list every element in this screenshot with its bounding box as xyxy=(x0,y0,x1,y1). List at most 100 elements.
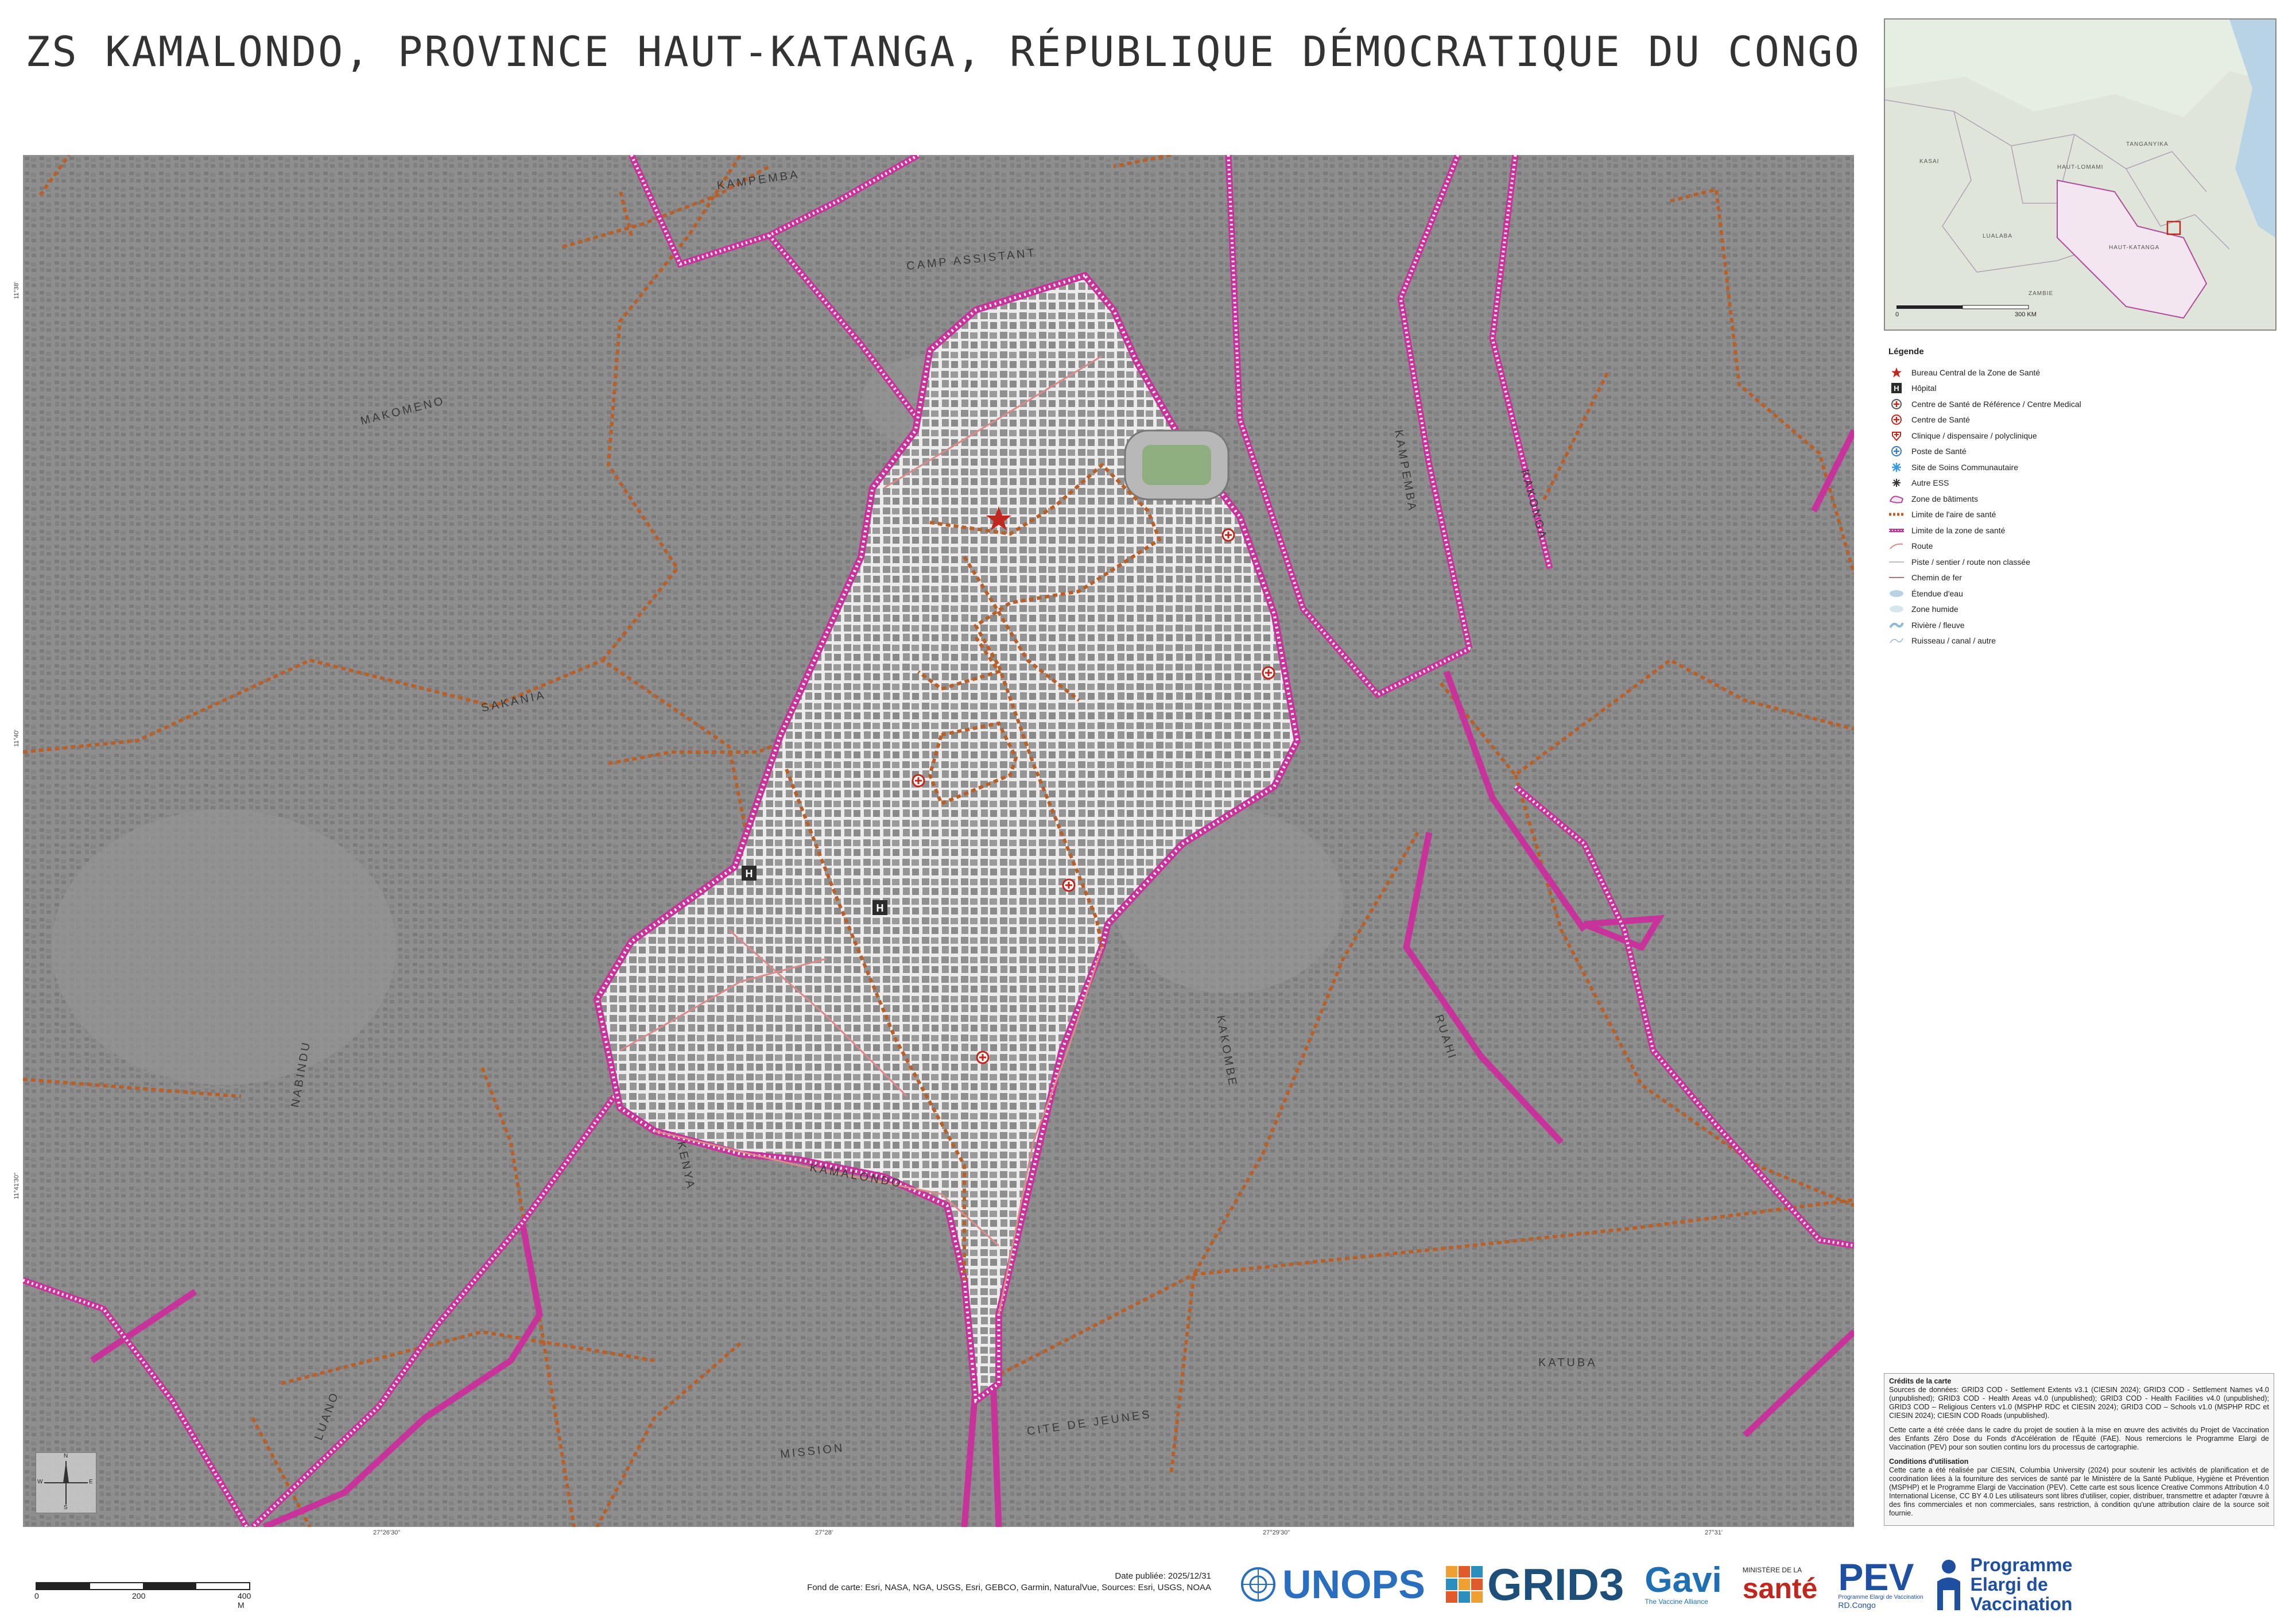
wetland-icon xyxy=(1888,603,1905,615)
svg-text:H: H xyxy=(876,902,884,914)
map-title: ZS KAMALONDO, PROVINCE HAUT-KATANGA, RÉP… xyxy=(25,28,1861,76)
ministry-logo: MINISTÈRE DE LA santé xyxy=(1743,1566,1818,1603)
inset-label: HAUT-KATANGA xyxy=(2109,245,2159,251)
programme-logo: Programme Elargi de Vaccination xyxy=(1932,1555,2073,1614)
legend-item: Bureau Central de la Zone de Santé xyxy=(1888,365,2256,381)
water-body-icon xyxy=(1888,587,1905,600)
health-center-marker[interactable] xyxy=(912,774,925,788)
programme-line: Elargi de xyxy=(1970,1574,2048,1595)
main-map[interactable]: H H KAMPEMBA CAMP ASSISTANT MAKOMENO SAK… xyxy=(23,155,1854,1527)
legend-label: Zone humide xyxy=(1911,604,1958,614)
legend-label: Hôpital xyxy=(1911,383,1937,393)
health-center-marker[interactable] xyxy=(976,1051,990,1064)
svg-text:H: H xyxy=(1894,384,1899,393)
ministry-text: santé xyxy=(1742,1572,1818,1604)
building-zone-icon xyxy=(1888,493,1905,505)
coord-label: 27°31' xyxy=(1705,1529,1723,1536)
coord-label: 11°38' xyxy=(13,281,21,300)
health-zone-boundary-icon xyxy=(1888,524,1905,537)
map-canvas: H H KAMPEMBA CAMP ASSISTANT MAKOMENO SAK… xyxy=(23,155,1854,1527)
west-label: W xyxy=(37,1479,43,1485)
legend-label: Limite de l'aire de santé xyxy=(1911,510,1996,520)
clinic-icon xyxy=(1888,429,1905,442)
coord-label: 11°41'30" xyxy=(13,1172,21,1200)
inset-label: ZAMBIE xyxy=(2029,290,2053,297)
legend-label: Piste / sentier / route non classée xyxy=(1911,557,2030,567)
programme-line: Vaccination xyxy=(1970,1594,2073,1614)
pev-subtext: Programme Elargi de Vaccination xyxy=(1838,1594,1923,1600)
credits-project: Cette carte a été créée dans le cadre du… xyxy=(1889,1426,2269,1451)
legend-item: Limite de la zone de santé xyxy=(1888,522,2256,538)
inset-label: LUALABA xyxy=(1983,233,2012,239)
gavi-text: Gavi xyxy=(1645,1560,1722,1600)
open-area xyxy=(52,809,396,1085)
health-post-icon xyxy=(1888,445,1905,458)
credits-sources: Sources de données: GRID3 COD - Settleme… xyxy=(1889,1386,2269,1420)
track-icon xyxy=(1888,556,1905,568)
health-center-marker[interactable] xyxy=(1062,878,1076,892)
grid3-logo: GRID3 xyxy=(1445,1559,1624,1611)
legend-label: Rivière / fleuve xyxy=(1911,620,1965,630)
legend-item: Centre de Santé xyxy=(1888,412,2256,428)
legend-item: Zone humide xyxy=(1888,602,2256,618)
hospital-marker[interactable]: H xyxy=(742,866,757,881)
hospital-h-icon: H xyxy=(1888,382,1905,394)
hospital-marker[interactable]: H xyxy=(872,900,887,915)
coord-label: 27°28' xyxy=(815,1529,833,1536)
coord-label: 27°26'30" xyxy=(373,1529,401,1536)
legend-item: Étendue d'eau xyxy=(1888,586,2256,602)
road-icon xyxy=(1888,540,1905,552)
legend-item: Limite de l'aire de santé xyxy=(1888,507,2256,523)
legend-label: Chemin de fer xyxy=(1911,573,1962,583)
place-label: KATUBA xyxy=(1538,1356,1597,1369)
pev-text: PEV xyxy=(1838,1555,1914,1598)
conditions-text: Cette carte a été réalisée par CIESIN, C… xyxy=(1889,1466,2269,1517)
legend-item: Route xyxy=(1888,538,2256,555)
legend-item: Ruisseau / canal / autre xyxy=(1888,633,2256,649)
inset-map[interactable]: TANGANYIKA HAUT-LOMAMI LUALABA HAUT-KATA… xyxy=(1884,18,2276,331)
red-star-icon xyxy=(1888,366,1905,379)
svg-text:H: H xyxy=(746,868,753,879)
basemap-credit: Fond de carte: Esri, NASA, NGA, USGS, Es… xyxy=(807,1583,1211,1592)
un-logo: UNOPS xyxy=(1240,1561,1425,1607)
gavi-logo: Gavi The Vaccine Alliance xyxy=(1645,1563,1721,1606)
legend-item: Rivière / fleuve xyxy=(1888,617,2256,633)
legend-item: Piste / sentier / route non classée xyxy=(1888,554,2256,570)
health-center-icon xyxy=(1888,413,1905,426)
legend-label: Centre de Santé xyxy=(1911,415,1970,425)
programme-line: Programme xyxy=(1970,1555,2073,1575)
legend-label: Site de Soins Communautaire xyxy=(1911,462,2018,472)
legend-item: Clinique / dispensaire / polyclinique xyxy=(1888,428,2256,444)
north-label: N xyxy=(64,1453,68,1459)
legend-label: Centre de Santé de Référence / Centre Me… xyxy=(1911,399,2081,409)
other-ess-icon xyxy=(1888,476,1905,489)
river-icon xyxy=(1888,619,1905,631)
legend-label: Zone de bâtiments xyxy=(1911,494,1978,503)
pev-country: RD.Congo xyxy=(1838,1600,1876,1610)
stream-icon xyxy=(1888,634,1905,647)
credits-heading: Crédits de la carte xyxy=(1889,1377,1952,1385)
railway-icon xyxy=(1888,571,1905,584)
community-site-icon xyxy=(1888,461,1905,474)
reference-center-icon xyxy=(1888,398,1905,410)
legend-item: Zone de bâtiments xyxy=(1888,491,2256,507)
scale-zero: 0 xyxy=(34,1591,39,1600)
legend: Légende Bureau Central de la Zone de San… xyxy=(1888,347,2256,649)
inset-label: TANGANYIKA xyxy=(2126,141,2169,148)
legend-title: Légende xyxy=(1888,347,1924,356)
stadium-pitch xyxy=(1142,445,1211,485)
legend-label: Clinique / dispensaire / polyclinique xyxy=(1911,431,2037,440)
un-emblem-icon xyxy=(1241,1567,1275,1602)
scale-max: 400 M xyxy=(238,1591,251,1610)
inset-scale-max: 300 KM xyxy=(2015,311,2037,318)
inset-label: KASAI xyxy=(1919,158,1939,165)
legend-label: Limite de la zone de santé xyxy=(1911,525,2006,535)
legend-item: Poste de Santé xyxy=(1888,444,2256,460)
north-arrow: N S E W xyxy=(36,1452,96,1513)
health-center-marker[interactable] xyxy=(1262,666,1275,680)
scale-mid: 200 xyxy=(132,1591,146,1600)
health-center-marker[interactable] xyxy=(1221,528,1235,542)
publication-info: Date publiée: 2025/12/31 Fond de carte: … xyxy=(807,1571,1211,1594)
legend-label: Bureau Central de la Zone de Santé xyxy=(1911,367,2041,377)
coord-label: 11°40' xyxy=(13,729,21,747)
